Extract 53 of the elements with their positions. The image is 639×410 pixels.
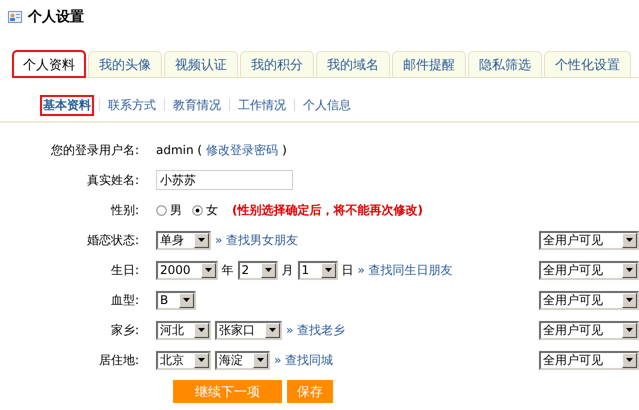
tab[interactable]: 我的域名	[316, 51, 390, 77]
dropdown[interactable]: 全用户可见	[539, 350, 639, 370]
sub-tab[interactable]: 基本资料	[40, 94, 94, 116]
field-label: 性别:	[110, 202, 140, 218]
dropdown[interactable]: 北京	[156, 350, 211, 370]
field-label: 您的登录用户名:	[50, 142, 140, 158]
field-label: 生日:	[110, 262, 140, 278]
dropdown[interactable]: 1	[298, 260, 338, 280]
link[interactable]: » 查找男女朋友	[215, 232, 298, 248]
label-text: 月	[282, 262, 294, 278]
link[interactable]: » 查找老乡	[286, 322, 346, 338]
sub-tab[interactable]: 工作情况	[235, 94, 289, 116]
dropdown[interactable]: 张家口	[215, 320, 282, 340]
radio-button[interactable]	[192, 204, 203, 216]
dropdown[interactable]: 单身	[156, 230, 211, 250]
sub-tab[interactable]: 个人信息	[300, 94, 354, 116]
dropdown[interactable]: 河北	[156, 320, 211, 340]
link[interactable]: » 查找同生日朋友	[358, 262, 453, 278]
radio-label[interactable]: 女	[206, 202, 218, 218]
dropdown[interactable]: 全用户可见	[539, 260, 639, 280]
tab[interactable]: 个性化设置	[544, 51, 631, 77]
dropdown[interactable]: 2	[238, 260, 278, 280]
tab[interactable]: 我的头像	[88, 51, 162, 77]
label-text: 日	[342, 262, 354, 278]
dropdown[interactable]: 2000	[156, 260, 218, 280]
dropdown[interactable]: 全用户可见	[539, 290, 639, 310]
sub-tab[interactable]: 联系方式	[105, 94, 159, 116]
field-label: 居住地:	[98, 352, 140, 368]
dropdown[interactable]: 全用户可见	[539, 320, 639, 340]
label-text: )	[282, 143, 287, 157]
tab[interactable]: 我的积分	[240, 51, 314, 77]
dropdown[interactable]: 全用户可见	[539, 230, 639, 250]
label-text: admin (	[156, 143, 202, 157]
page-title: 个人设置	[28, 8, 84, 26]
label-text: 年	[222, 262, 234, 278]
dropdown[interactable]: 海淀	[215, 350, 270, 370]
radio-button[interactable]	[156, 204, 167, 216]
tab[interactable]: 视频认证	[164, 51, 238, 77]
link[interactable]: » 查找同城	[274, 352, 334, 368]
field-label: 真实姓名:	[86, 172, 140, 188]
field-label: 血型:	[110, 292, 140, 308]
tab[interactable]: 隐私筛选	[468, 51, 542, 77]
sub-tab[interactable]: 教育情况	[170, 94, 224, 116]
field-label: 家乡:	[110, 322, 140, 338]
tab[interactable]: 邮件提醒	[392, 51, 466, 77]
dropdown[interactable]: B	[156, 290, 196, 310]
link[interactable]: 修改登录密码	[206, 142, 278, 158]
field-label: 婚恋状态:	[86, 232, 140, 248]
name-field[interactable]: 小苏苏	[156, 170, 293, 190]
profile-card-icon	[8, 11, 22, 23]
tab[interactable]: 个人资料	[12, 50, 86, 78]
warning-note: (性别选择确定后，将不能再次修改)	[232, 202, 423, 218]
radio-label[interactable]: 男	[170, 202, 182, 218]
